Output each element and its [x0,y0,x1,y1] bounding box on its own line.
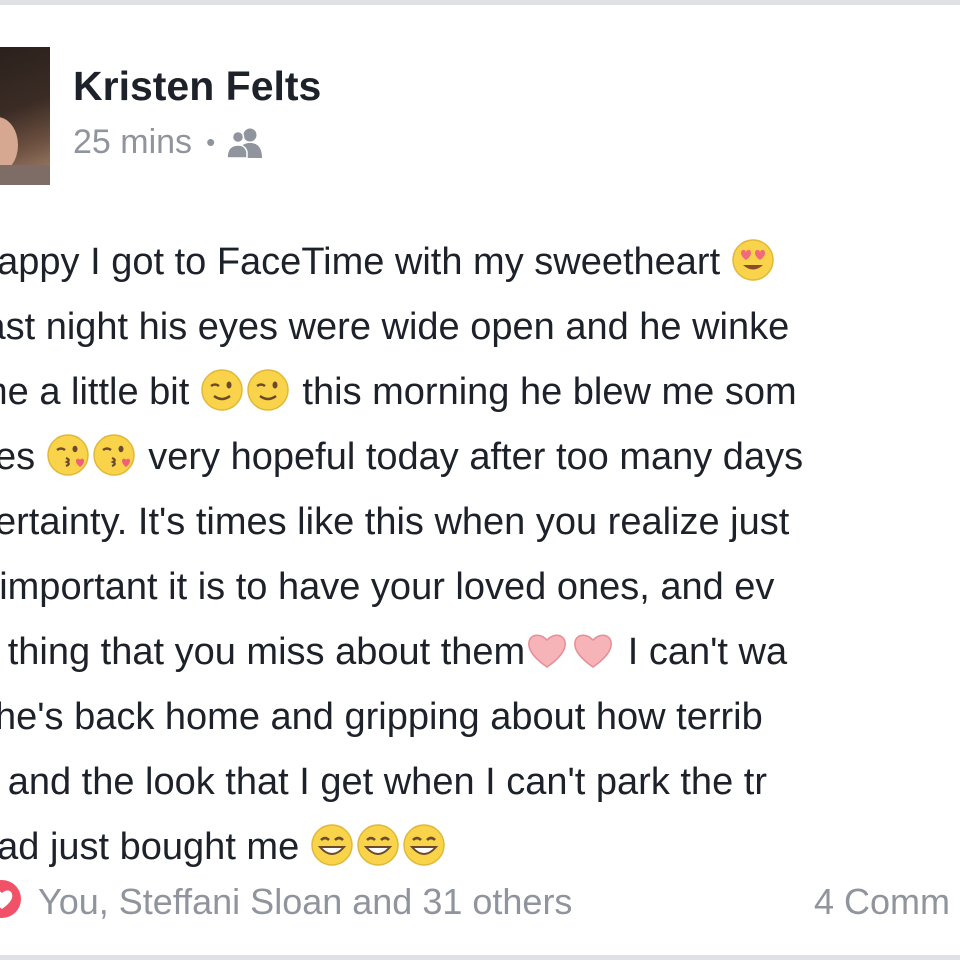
post-text-segment: ses [0,436,36,478]
post-text-line: ses very hopeful today after too many da… [0,425,960,490]
post-text-line: happy I got to FaceTime with my sweethea… [0,230,960,295]
heart-eyes-emoji-icon [731,238,775,282]
grin-emoji-icon [356,823,400,867]
post-text-line: last night his eyes were wide open and h… [0,295,960,360]
post-text-segment: certainty. It's times like this when you… [0,501,790,543]
wink-emoji-icon [200,368,244,412]
love-reaction-icon[interactable] [0,879,22,919]
comments-link[interactable]: 4 Comm [814,881,950,923]
post-text-segment: happy I got to FaceTime with my sweethea… [0,241,731,283]
post-text-segment: very hopeful today after too many days [137,436,804,478]
post-text-line: certainty. It's times like this when you… [0,490,960,555]
post-text-segment: had just bought me [0,826,310,868]
post-text-segment: last night his eyes were wide open and h… [0,306,790,348]
pink-heart-emoji-icon [571,628,615,672]
wink-emoji-icon [246,368,290,412]
post-text-segment: r important it is to have your loved one… [0,566,775,608]
avatar[interactable] [0,47,50,185]
post-text-line: me a little bit this morning he blew me … [0,360,960,425]
timestamp[interactable]: 25 mins [73,123,192,162]
post-text: happy I got to FaceTime with my sweethea… [0,230,960,880]
post-meta: 25 mins • [73,123,265,162]
reaction-summary[interactable]: You, Steffani Sloan and 31 others [38,881,572,923]
grin-emoji-icon [310,823,354,867]
post-text-segment: I can't wa [617,631,788,673]
post-text-segment: me a little bit [0,371,190,413]
post-text-segment: e and the look that I get when I can't p… [0,761,767,803]
post-text-segment: l he's back home and gripping about how … [0,696,763,738]
friends-icon[interactable] [225,126,265,160]
author-name[interactable]: Kristen Felts [73,63,321,110]
kiss-emoji-icon [46,433,90,477]
kiss-emoji-icon [92,433,136,477]
post-text-line: r important it is to have your loved one… [0,555,960,620]
post-card: Kristen Felts 25 mins • happy I got to F… [0,5,960,955]
post-text-segment: this morning he blew me som [291,371,797,413]
post-text-line: e thing that you miss about them I can't… [0,620,960,685]
post-text-line: l he's back home and gripping about how … [0,685,960,750]
post-text-line: e and the look that I get when I can't p… [0,750,960,815]
post-text-segment: e thing that you miss about them [0,631,526,673]
grin-emoji-icon [402,823,446,867]
pink-heart-emoji-icon [525,628,569,672]
post-footer: You, Steffani Sloan and 31 others 4 Comm [0,865,960,935]
meta-separator: • [206,127,216,157]
